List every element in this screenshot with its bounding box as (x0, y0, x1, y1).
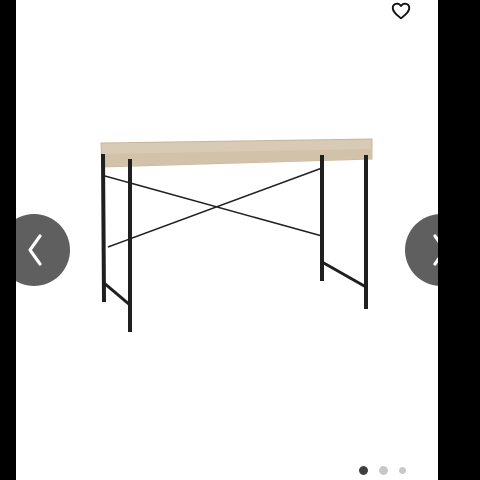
pagination-dot-3[interactable] (399, 467, 406, 474)
product-gallery (16, 0, 438, 480)
desk-leg-left-back (100, 153, 107, 303)
image-pagination (357, 465, 417, 477)
chevron-left-icon (28, 234, 42, 266)
product-image (16, 0, 438, 480)
next-image-button[interactable] (405, 214, 438, 286)
pagination-dot-2[interactable] (379, 466, 388, 475)
app-frame (0, 0, 480, 480)
previous-image-button[interactable] (16, 214, 70, 286)
heart-icon (391, 2, 411, 20)
chevron-right-icon (433, 234, 438, 266)
wishlist-heart-icon[interactable] (390, 0, 412, 22)
pagination-dot-1[interactable] (359, 466, 368, 475)
